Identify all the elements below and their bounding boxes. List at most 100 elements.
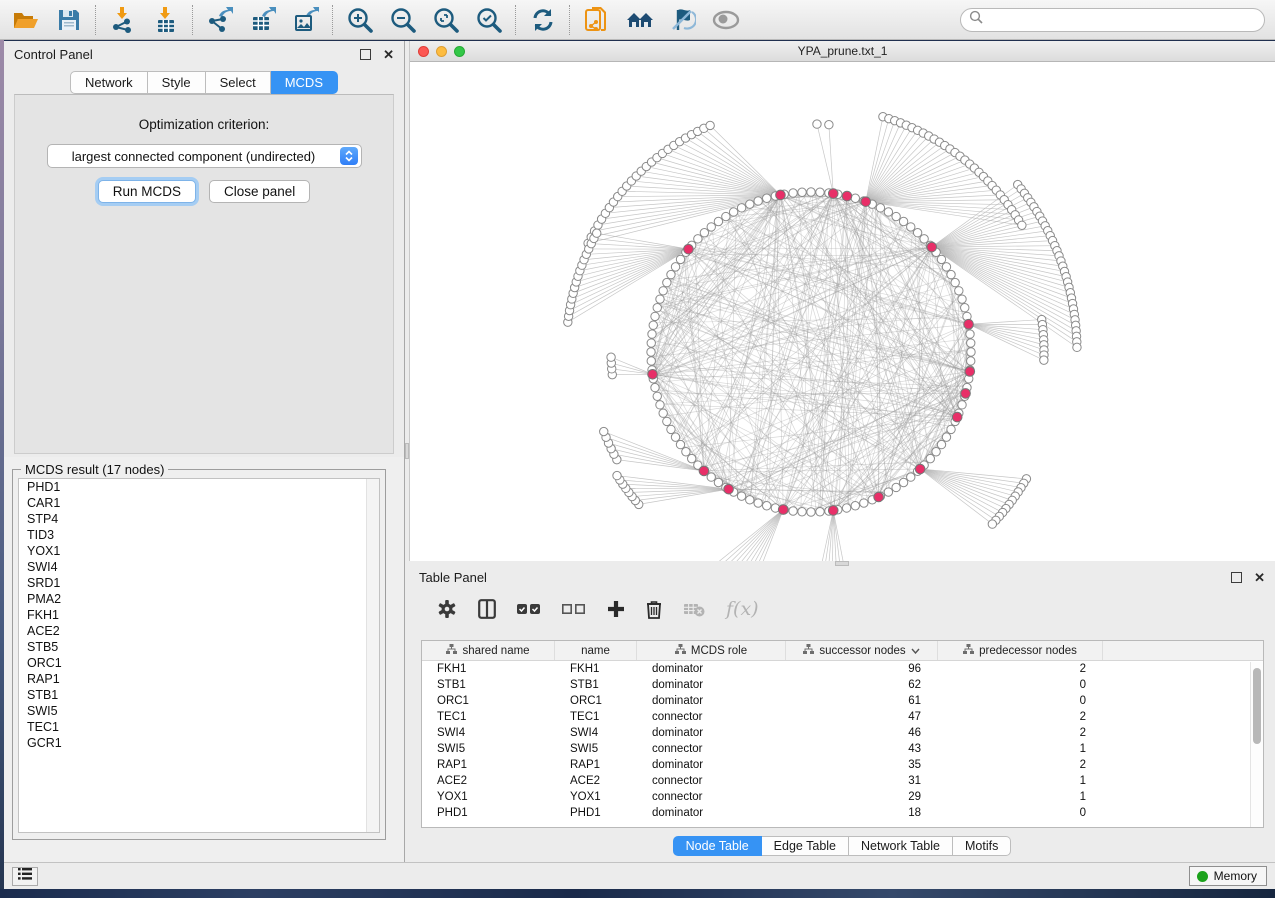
tab-mcds[interactable]: MCDS <box>271 71 338 94</box>
float-window-icon[interactable] <box>360 49 371 60</box>
plus-icon <box>607 600 625 618</box>
close-panel-icon[interactable]: ✕ <box>1254 572 1265 583</box>
application-window: Control Panel ✕ Network Style Select MCD… <box>0 0 1275 898</box>
column-header-name[interactable]: name <box>555 641 637 660</box>
column-label: name <box>581 645 610 657</box>
list-item[interactable]: STP4 <box>19 511 379 527</box>
apply-function-button[interactable]: f(x) <box>726 598 759 620</box>
table-panel-title: Table Panel <box>419 570 487 585</box>
table-row[interactable]: FKH1FKH1dominator962 <box>422 661 1263 677</box>
table-header-row: shared name name MCDS role successor nod… <box>422 641 1263 661</box>
open-network-document-button[interactable] <box>583 6 610 33</box>
export-image-icon <box>293 7 319 33</box>
close-panel-icon[interactable]: ✕ <box>383 49 394 60</box>
save-session-button[interactable] <box>55 6 82 33</box>
search-icon <box>969 10 983 29</box>
list-item[interactable]: GCR1 <box>19 735 379 751</box>
show-columns-button[interactable] <box>478 599 496 619</box>
column-header-mcds-role[interactable]: MCDS role <box>637 641 786 660</box>
optimization-criterion-select[interactable]: largest connected component (undirected) <box>47 144 362 168</box>
table-scrollbar[interactable] <box>1250 662 1263 827</box>
select-all-rows-button[interactable] <box>517 603 541 615</box>
tab-network[interactable]: Network <box>70 71 148 94</box>
show-log-button[interactable] <box>12 867 38 886</box>
tab-motifs[interactable]: Motifs <box>953 836 1011 856</box>
table-row[interactable]: ACE2ACE2connector311 <box>422 773 1263 789</box>
mcds-result-title: MCDS result (17 nodes) <box>21 462 168 477</box>
tab-select[interactable]: Select <box>206 71 271 94</box>
close-panel-button[interactable]: Close panel <box>209 180 310 203</box>
mcds-tab-content: Optimization criterion: largest connecte… <box>14 94 394 454</box>
list-item[interactable]: ORC1 <box>19 655 379 671</box>
zoom-fit-button[interactable] <box>432 6 459 33</box>
hierarchy-icon <box>803 644 814 657</box>
table-row[interactable]: PHD1PHD1dominator180 <box>422 805 1263 821</box>
list-item[interactable]: YOX1 <box>19 543 379 559</box>
column-header-shared-name[interactable]: shared name <box>422 641 555 660</box>
table-row[interactable]: ORC1ORC1dominator610 <box>422 693 1263 709</box>
list-item[interactable]: CAR1 <box>19 495 379 511</box>
select-stepper-icon <box>340 147 358 165</box>
list-item[interactable]: PMA2 <box>19 591 379 607</box>
status-bar: Memory <box>4 862 1275 889</box>
hide-selected-button[interactable] <box>669 6 696 33</box>
table-row[interactable]: RAP1RAP1dominator352 <box>422 757 1263 773</box>
scrollbar-thumb[interactable] <box>1253 668 1261 744</box>
tab-edge-table[interactable]: Edge Table <box>762 836 849 856</box>
list-item[interactable]: PHD1 <box>19 479 379 495</box>
zoom-out-button[interactable] <box>389 6 416 33</box>
network-canvas[interactable] <box>410 62 1275 561</box>
list-scrollbar[interactable] <box>366 479 379 832</box>
table-panel: Table Panel ✕ f(x) shared name name <box>409 566 1275 862</box>
list-item[interactable]: SWI4 <box>19 559 379 575</box>
zoom-selected-button[interactable] <box>475 6 502 33</box>
export-network-button[interactable] <box>206 6 233 33</box>
show-all-button[interactable] <box>712 6 739 33</box>
list-item[interactable]: FKH1 <box>19 607 379 623</box>
delete-table-icon <box>683 601 705 617</box>
list-item[interactable]: SWI5 <box>19 703 379 719</box>
table-row[interactable]: SWI5SWI5connector431 <box>422 741 1263 757</box>
column-header-successor-nodes[interactable]: successor nodes <box>786 641 938 660</box>
network-window-titlebar[interactable]: YPA_prune.txt_1 <box>410 41 1275 62</box>
table-settings-button[interactable] <box>437 599 457 619</box>
import-network-button[interactable] <box>109 6 136 33</box>
table-row[interactable]: SWI4SWI4dominator462 <box>422 725 1263 741</box>
hierarchy-icon <box>446 644 457 657</box>
zoom-in-button[interactable] <box>346 6 373 33</box>
list-item[interactable]: TEC1 <box>19 719 379 735</box>
delete-table-button[interactable] <box>683 601 705 617</box>
tab-network-table[interactable]: Network Table <box>849 836 953 856</box>
table-row[interactable]: YOX1YOX1connector291 <box>422 789 1263 805</box>
list-item[interactable]: STB5 <box>19 639 379 655</box>
list-icon <box>18 867 32 885</box>
list-item[interactable]: STB1 <box>19 687 379 703</box>
delete-rows-button[interactable] <box>646 600 662 619</box>
list-item[interactable]: TID3 <box>19 527 379 543</box>
tab-node-table[interactable]: Node Table <box>673 836 762 856</box>
control-panel-title: Control Panel <box>14 47 93 62</box>
open-session-button[interactable] <box>12 6 39 33</box>
float-window-icon[interactable] <box>1231 572 1242 583</box>
search-field[interactable] <box>960 8 1265 32</box>
table-row[interactable]: STB1STB1dominator620 <box>422 677 1263 693</box>
import-table-button[interactable] <box>152 6 179 33</box>
list-item[interactable]: RAP1 <box>19 671 379 687</box>
add-row-button[interactable] <box>607 600 625 618</box>
deselect-all-rows-button[interactable] <box>562 603 586 615</box>
tab-style[interactable]: Style <box>148 71 206 94</box>
list-item[interactable]: SRD1 <box>19 575 379 591</box>
list-item[interactable]: ACE2 <box>19 623 379 639</box>
export-image-button[interactable] <box>292 6 319 33</box>
zoom-in-icon <box>347 7 373 33</box>
column-header-predecessor-nodes[interactable]: predecessor nodes <box>938 641 1103 660</box>
mcds-result-list[interactable]: PHD1 CAR1 STP4 TID3 YOX1 SWI4 SRD1 PMA2 … <box>18 478 380 833</box>
home-button[interactable] <box>626 6 653 33</box>
search-input[interactable] <box>989 13 1256 27</box>
export-table-button[interactable] <box>249 6 276 33</box>
run-mcds-button[interactable]: Run MCDS <box>98 180 196 203</box>
table-row[interactable]: TEC1TEC1connector472 <box>422 709 1263 725</box>
apply-layout-button[interactable] <box>529 6 556 33</box>
memory-button[interactable]: Memory <box>1189 866 1267 886</box>
network-window-title: YPA_prune.txt_1 <box>410 44 1275 58</box>
